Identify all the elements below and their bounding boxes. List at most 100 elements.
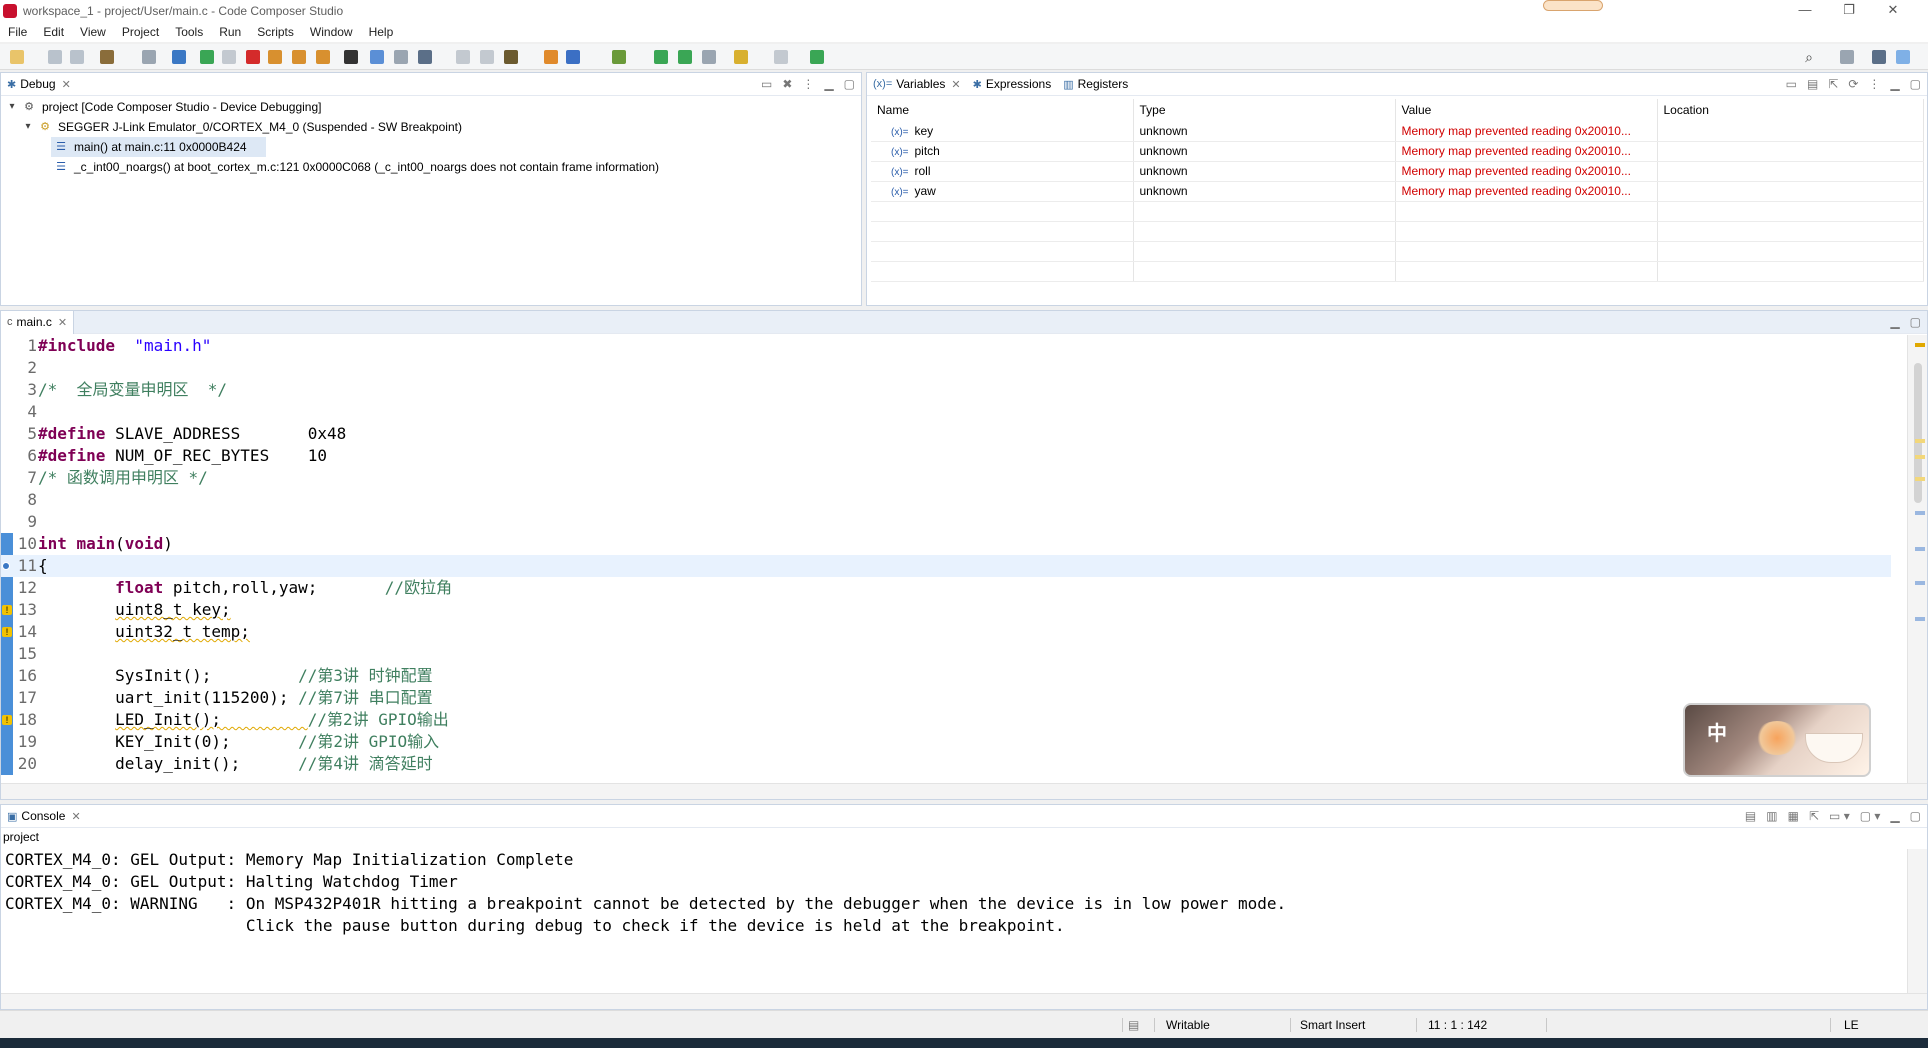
- line-number[interactable]: 16: [15, 665, 37, 687]
- load-program-icon[interactable]: [504, 50, 518, 64]
- line-number[interactable]: 11: [15, 555, 37, 577]
- status-line-ending[interactable]: LE: [1844, 1018, 1859, 1032]
- code-line[interactable]: 15: [1, 643, 1891, 665]
- code-line[interactable]: 14 uint32_t temp;: [1, 621, 1891, 643]
- code-line[interactable]: 18 LED_Init(); //第2讲 GPIO输出: [1, 709, 1891, 731]
- code-editor[interactable]: 1 #include "main.h" 2 3/* 全局变量申明区 */4 5 #defi…: [1, 335, 1927, 783]
- tools-icon[interactable]: [734, 50, 748, 64]
- line-number[interactable]: 5: [15, 423, 37, 445]
- line-number[interactable]: 1: [15, 335, 37, 357]
- editor-vertical-scrollbar[interactable]: [1907, 335, 1927, 783]
- collapse-all-icon[interactable]: ▭: [761, 77, 772, 91]
- close-button[interactable]: ✕: [1870, 0, 1916, 21]
- search-icon[interactable]: ⌕: [1800, 48, 1818, 66]
- ime-floating-widget[interactable]: 中: [1683, 703, 1871, 777]
- code-line[interactable]: 4: [1, 401, 1891, 423]
- code-line[interactable]: 8: [1, 489, 1891, 511]
- step-return-icon[interactable]: [316, 50, 330, 64]
- code-line[interactable]: 2: [1, 357, 1891, 379]
- close-icon[interactable]: ✕: [62, 78, 71, 91]
- restore-button[interactable]: ❐: [1826, 0, 1872, 21]
- line-number[interactable]: 13: [15, 599, 37, 621]
- overview-occurrence-marker[interactable]: [1915, 439, 1925, 443]
- step-into-icon[interactable]: [268, 50, 282, 64]
- overview-marker[interactable]: [1915, 617, 1925, 621]
- column-header-location[interactable]: Location: [1657, 99, 1924, 121]
- export-icon[interactable]: ⇱: [1828, 77, 1838, 91]
- clear-console-icon[interactable]: ▤: [1745, 809, 1756, 823]
- overview-marker[interactable]: [1915, 547, 1925, 551]
- line-number[interactable]: 9: [15, 511, 37, 533]
- overview-occurrence-marker[interactable]: [1915, 477, 1925, 481]
- column-header-name[interactable]: Name: [871, 99, 1134, 121]
- table-row[interactable]: (x)= key unknown Memory map prevented rea…: [871, 121, 1924, 142]
- close-icon[interactable]: ✕: [951, 78, 960, 91]
- scrollbar-thumb[interactable]: [1914, 363, 1922, 503]
- menu-scripts[interactable]: Scripts: [249, 25, 302, 39]
- menu-tools[interactable]: Tools: [167, 25, 211, 39]
- line-number[interactable]: 8: [15, 489, 37, 511]
- table-row[interactable]: (x)= roll unknown Memory map prevented re…: [871, 161, 1924, 182]
- tab-registers[interactable]: ▥ Registers: [1057, 73, 1134, 96]
- tree-item-frame-cint00[interactable]: ☰ _c_int00_noargs() at boot_cortex_m.c:1…: [1, 157, 861, 177]
- debug-config-icon[interactable]: [418, 50, 432, 64]
- step-over-icon[interactable]: [292, 50, 306, 64]
- search-target-icon[interactable]: [702, 50, 716, 64]
- code-line[interactable]: 12 float pitch,roll,yaw; //欧拉角: [1, 577, 1891, 599]
- tree-item-emulator[interactable]: ▾ ⚙ SEGGER J-Link Emulator_0/CORTEX_M4_0…: [1, 117, 861, 137]
- resume-icon[interactable]: [200, 50, 214, 64]
- menu-view[interactable]: View: [72, 25, 114, 39]
- line-number[interactable]: 6: [15, 445, 37, 467]
- reset-icon[interactable]: [480, 50, 494, 64]
- terminate-icon[interactable]: [246, 50, 260, 64]
- table-row[interactable]: (x)= pitch unknown Memory map prevented r…: [871, 141, 1924, 162]
- flash-icon[interactable]: [544, 50, 558, 64]
- status-cursor-position[interactable]: 11 : 1 : 142: [1428, 1018, 1487, 1032]
- column-header-value[interactable]: Value: [1395, 99, 1658, 121]
- connect-target-icon[interactable]: [172, 50, 186, 64]
- suspend-icon[interactable]: [222, 50, 236, 64]
- overview-warning-marker[interactable]: [1915, 343, 1925, 347]
- table-row[interactable]: (x)= yaw unknown Memory map prevented rea…: [871, 181, 1924, 202]
- line-number[interactable]: 18: [15, 709, 37, 731]
- run-icon[interactable]: [566, 50, 580, 64]
- console-horizontal-scrollbar[interactable]: [1, 993, 1927, 1009]
- minimize-button[interactable]: —: [1782, 0, 1828, 21]
- restart-icon[interactable]: [456, 50, 470, 64]
- display-console-icon[interactable]: ▭ ▾: [1829, 809, 1850, 823]
- menu-run[interactable]: Run: [211, 25, 249, 39]
- line-number[interactable]: 17: [15, 687, 37, 709]
- tab-console[interactable]: ▣ Console ✕: [1, 805, 87, 828]
- code-line[interactable]: 5 #define SLAVE_ADDRESS 0x48: [1, 423, 1891, 445]
- grid-icon[interactable]: [344, 50, 358, 64]
- maximize-view-icon[interactable]: ▢: [1910, 77, 1921, 91]
- tab-variables[interactable]: (x)= Variables ✕: [867, 73, 967, 96]
- close-icon[interactable]: ✕: [58, 316, 67, 329]
- column-header-type[interactable]: Type: [1133, 99, 1396, 121]
- code-line[interactable]: 16 SysInit(); //第3讲 时钟配置: [1, 665, 1891, 687]
- minimize-view-icon[interactable]: ▁: [1890, 77, 1899, 91]
- build-icon[interactable]: [100, 50, 114, 64]
- line-number[interactable]: 12: [15, 577, 37, 599]
- overview-marker[interactable]: [1915, 511, 1925, 515]
- scroll-lock-icon[interactable]: ▥: [1766, 809, 1777, 823]
- notification-pill[interactable]: [1543, 0, 1603, 11]
- tree-item-frame-main[interactable]: ☰ main() at main.c:11 0x0000B424: [1, 137, 861, 157]
- line-number[interactable]: 4: [15, 401, 37, 423]
- line-number[interactable]: 3: [15, 379, 37, 401]
- code-line[interactable]: 17 uart_init(115200); //第7讲 串口配置: [1, 687, 1891, 709]
- menu-help[interactable]: Help: [361, 25, 402, 39]
- code-line[interactable]: 20 delay_init(); //第4讲 滴答延时: [1, 753, 1891, 775]
- close-icon[interactable]: ✕: [71, 810, 80, 823]
- debug-perspective-icon[interactable]: [1896, 50, 1910, 64]
- code-line[interactable]: 1 #include "main.h": [1, 335, 1891, 357]
- view-menu-icon[interactable]: ⋮: [1868, 77, 1880, 91]
- variable-value[interactable]: Memory map prevented reading 0x20010...: [1395, 181, 1658, 202]
- line-number[interactable]: 20: [15, 753, 37, 775]
- navigate-icon[interactable]: [774, 50, 788, 64]
- save-all-icon[interactable]: [70, 50, 84, 64]
- code-line[interactable]: 19 KEY_Init(0); //第2讲 GPIO输入: [1, 731, 1891, 753]
- minimize-view-icon[interactable]: ▁: [1890, 315, 1899, 329]
- pin-console-icon[interactable]: ⇱: [1809, 809, 1819, 823]
- run-to-line-icon[interactable]: [654, 50, 668, 64]
